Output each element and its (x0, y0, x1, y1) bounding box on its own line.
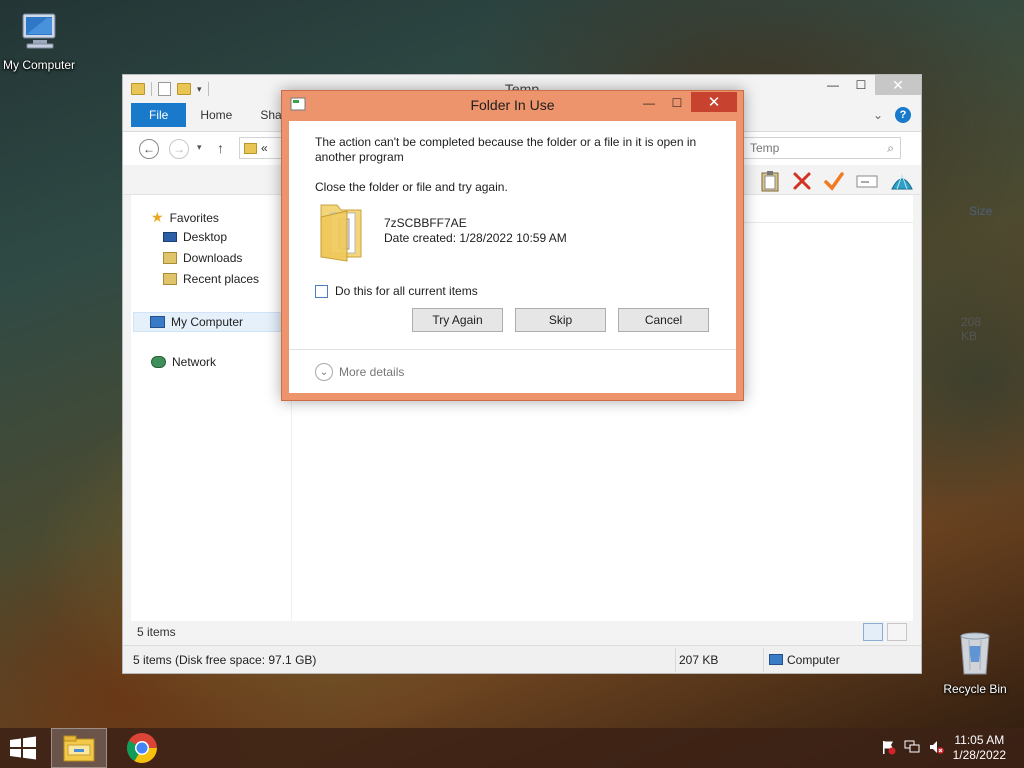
message-line: The action can't be completed because th… (315, 135, 697, 149)
nav-label: Desktop (183, 230, 228, 244)
nav-my-computer[interactable]: My Computer (133, 312, 287, 332)
folder-icon (320, 204, 362, 262)
search-icon: ⌕ (887, 140, 894, 155)
clipboard-icon[interactable] (759, 170, 781, 192)
search-input[interactable]: Temp ⌕ (743, 137, 901, 159)
clock-time: 11:05 AM (954, 733, 1005, 747)
details-view-icon[interactable] (863, 623, 883, 641)
try-again-button[interactable]: Try Again (412, 308, 503, 332)
item-date-created: Date created: 1/28/2022 10:59 AM (384, 231, 567, 245)
nav-label: Favorites (169, 210, 219, 225)
back-button[interactable]: ← (139, 139, 159, 159)
dialog-instruction: Close the folder or file and try again. (315, 180, 508, 194)
dialog-body: The action can't be completed because th… (289, 121, 736, 393)
nav-label: Network (172, 355, 217, 369)
cancel-button[interactable]: Cancel (618, 308, 709, 332)
action-center-flag-icon[interactable] (880, 739, 896, 755)
network-icon[interactable] (904, 739, 920, 755)
desktop-icon (163, 232, 177, 242)
ribbon-right-controls: ⌄ ? (873, 107, 911, 123)
navigation-pane: ★ Favorites Desktop Downloads Recent pla… (131, 195, 291, 621)
minimize-icon[interactable]: — (637, 94, 661, 112)
maximize-icon[interactable]: ☐ (847, 75, 875, 95)
apply-to-all-checkbox[interactable]: Do this for all current items (315, 284, 478, 298)
status-divider (763, 648, 764, 672)
desktop-icon-label: My Computer (2, 58, 76, 72)
taskbar-chrome[interactable] (114, 728, 170, 768)
close-icon[interactable]: ✕ (691, 92, 737, 112)
large-icons-view-icon[interactable] (887, 623, 907, 641)
command-icons (759, 167, 915, 195)
expand-ribbon-icon[interactable]: ⌄ (873, 108, 883, 122)
nav-recent-places[interactable]: Recent places (163, 272, 259, 286)
checkbox-box[interactable] (315, 284, 328, 298)
folder-in-use-dialog: Folder In Use — ☐ ✕ The action can't be … (281, 90, 744, 401)
message-line: another program (315, 150, 404, 164)
nav-label: Downloads (183, 251, 243, 265)
computer-icon (22, 13, 56, 49)
taskbar-file-explorer[interactable] (51, 728, 107, 768)
nav-label: Recent places (183, 272, 260, 286)
up-button[interactable]: ↑ (217, 140, 224, 156)
desktop-icon-my-computer[interactable]: My Computer (0, 10, 84, 72)
desktop-icon-label: Recycle Bin (943, 682, 1007, 696)
help-icon[interactable]: ? (895, 107, 911, 123)
clock-date: 1/28/2022 (952, 748, 1006, 762)
more-details-toggle[interactable]: ⌄ More details (315, 363, 404, 381)
nav-downloads[interactable]: Downloads (163, 251, 242, 265)
maximize-icon[interactable]: ☐ (665, 94, 689, 112)
taskbar: 11:05 AM 1/28/2022 (0, 728, 1024, 768)
start-button[interactable] (8, 736, 38, 760)
status-bar: 5 items (Disk free space: 97.1 GB) 207 K… (123, 645, 921, 673)
search-placeholder: Temp (750, 141, 780, 155)
checkbox-label: Do this for all current items (335, 284, 478, 298)
computer-icon (769, 654, 783, 665)
window-controls: — ☐ ✕ (819, 75, 921, 95)
status-divider (675, 648, 676, 672)
close-icon[interactable]: ✕ (875, 75, 921, 95)
items-count: 5 items (137, 625, 176, 639)
more-details-label: More details (339, 365, 405, 379)
view-toggle (863, 623, 907, 641)
chevron-down-icon: ⌄ (315, 363, 333, 381)
dialog-footer: ⌄ More details (289, 349, 736, 393)
nav-network[interactable]: Network (151, 355, 216, 369)
file-explorer-icon (63, 735, 95, 762)
nav-favorites[interactable]: ★ Favorites (151, 209, 219, 226)
downloads-icon (163, 252, 177, 264)
status-location: Computer (787, 653, 840, 667)
network-icon (151, 356, 166, 368)
recent-locations-icon[interactable]: ▾ (197, 142, 202, 153)
item-name: 7zSCBBFF7AE (384, 216, 467, 230)
chrome-icon (126, 733, 157, 763)
address-overflow: « (261, 141, 268, 155)
delete-x-icon[interactable] (791, 170, 813, 192)
computer-icon (150, 316, 165, 328)
volume-muted-icon[interactable] (928, 739, 944, 755)
minimize-icon[interactable]: — (819, 75, 847, 95)
desktop-icon-recycle-bin[interactable]: Recycle Bin (930, 630, 1020, 696)
system-clock[interactable]: 11:05 AM 1/28/2022 (953, 733, 1006, 763)
status-summary: 5 items (Disk free space: 97.1 GB) (133, 653, 317, 667)
rename-icon[interactable] (855, 170, 879, 192)
dialog-message: The action can't be completed because th… (315, 135, 696, 165)
recycle-bin-icon (960, 632, 990, 675)
tab-file[interactable]: File (131, 103, 187, 127)
recent-places-icon (163, 273, 177, 285)
file-size: 208 KB (961, 315, 982, 343)
folder-icon (244, 142, 257, 154)
star-icon: ★ (151, 209, 164, 225)
nav-label: My Computer (171, 315, 244, 329)
column-header-size[interactable]: Size (969, 204, 992, 218)
nav-desktop[interactable]: Desktop (163, 230, 227, 244)
status-size: 207 KB (679, 653, 719, 667)
tab-home[interactable]: Home (186, 103, 246, 127)
forward-button[interactable]: → (169, 139, 189, 159)
system-tray (880, 739, 944, 755)
shell-icon[interactable] (889, 169, 915, 193)
skip-button[interactable]: Skip (515, 308, 606, 332)
checkmark-icon[interactable] (823, 170, 845, 192)
